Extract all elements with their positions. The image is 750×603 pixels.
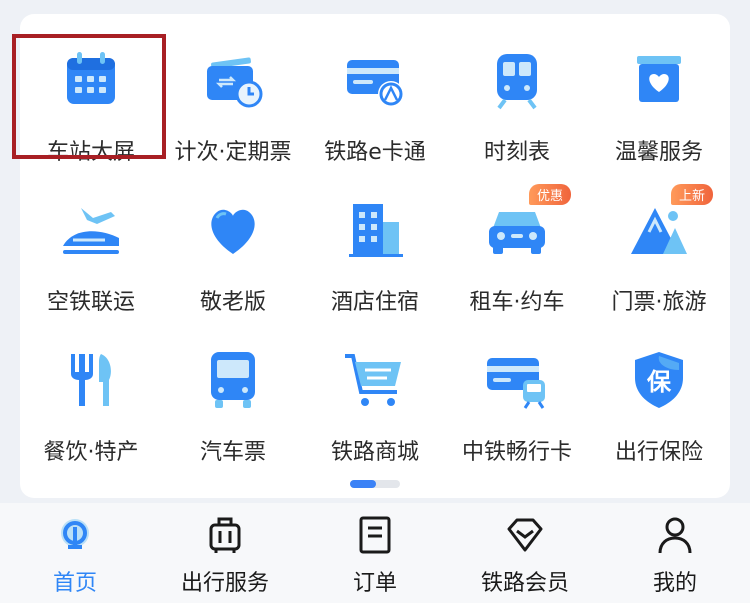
bus-icon xyxy=(201,348,265,412)
service-label: 酒店住宿 xyxy=(330,290,419,315)
service-label: 门票·旅游 xyxy=(611,290,707,315)
page-indicator-active xyxy=(350,480,376,488)
tab-label: 订单 xyxy=(352,571,397,596)
tab-home[interactable]: 首页 xyxy=(0,503,150,603)
service-timetable[interactable]: 时刻表 xyxy=(446,34,588,184)
service-railway-ecard[interactable]: 铁路e卡通 xyxy=(304,34,446,184)
service-label: 铁路e卡通 xyxy=(324,140,426,165)
person-icon xyxy=(655,515,695,555)
car-icon: 优惠 xyxy=(485,184,571,262)
plane-train-icon xyxy=(59,198,123,262)
service-label: 出行保险 xyxy=(614,440,703,465)
service-label: 中铁畅行卡 xyxy=(461,440,572,465)
mountain-icon: 上新 xyxy=(627,184,713,262)
service-label: 铁路商城 xyxy=(330,440,419,465)
railway-card-icon xyxy=(343,48,407,112)
tab-mine[interactable]: 我的 xyxy=(600,503,750,603)
service-label: 时刻表 xyxy=(483,140,550,165)
cart-icon xyxy=(343,348,407,412)
tab-travel-services[interactable]: 出行服务 xyxy=(150,503,300,603)
services-card: 车站大屏 计次·定期票 铁路e卡通 时刻表 温馨服务 空铁联运 敬老版 酒店住宿… xyxy=(12,14,730,498)
service-travel-card[interactable]: 中铁畅行卡 xyxy=(446,334,588,484)
tab-orders[interactable]: 订单 xyxy=(300,503,450,603)
service-grid: 车站大屏 计次·定期票 铁路e卡通 时刻表 温馨服务 空铁联运 敬老版 酒店住宿… xyxy=(12,34,730,484)
new-badge: 上新 xyxy=(670,184,713,205)
document-icon xyxy=(355,515,395,555)
promo-badge: 优惠 xyxy=(528,184,571,205)
train-icon xyxy=(485,48,549,112)
service-warm-care[interactable]: 温馨服务 xyxy=(588,34,730,184)
service-air-rail[interactable]: 空铁联运 xyxy=(20,184,162,334)
page-indicator xyxy=(350,480,400,488)
heart-icon xyxy=(201,198,265,262)
service-dining[interactable]: 餐饮·特产 xyxy=(20,334,162,484)
tab-label: 出行服务 xyxy=(180,571,269,596)
service-label: 汽车票 xyxy=(199,440,266,465)
service-tickets-travel[interactable]: 上新 门票·旅游 xyxy=(588,184,730,334)
service-label: 租车·约车 xyxy=(469,290,565,315)
service-elderly-mode[interactable]: 敬老版 xyxy=(162,184,304,334)
diamond-icon xyxy=(505,515,545,555)
service-label: 空铁联运 xyxy=(46,290,135,315)
tab-railway-member[interactable]: 铁路会员 xyxy=(450,503,600,603)
service-car-rental[interactable]: 优惠 租车·约车 xyxy=(446,184,588,334)
service-label: 计次·定期票 xyxy=(174,140,292,165)
tab-label: 我的 xyxy=(652,571,697,596)
service-hotel[interactable]: 酒店住宿 xyxy=(304,184,446,334)
luggage-icon xyxy=(205,515,245,555)
service-periodic-ticket[interactable]: 计次·定期票 xyxy=(162,34,304,184)
ticket-clock-icon xyxy=(201,48,265,112)
card-train-icon xyxy=(485,348,549,412)
service-bus-ticket[interactable]: 汽车票 xyxy=(162,334,304,484)
railway-logo-icon xyxy=(55,515,95,555)
fork-knife-icon xyxy=(59,348,123,412)
hotel-icon xyxy=(343,198,407,262)
tab-label: 铁路会员 xyxy=(480,571,569,596)
bottom-tab-bar: 首页 出行服务 订单 铁路会员 我的 xyxy=(0,503,750,603)
service-label: 车站大屏 xyxy=(46,140,135,165)
svg-text:保: 保 xyxy=(646,368,672,396)
service-station-screen[interactable]: 车站大屏 xyxy=(12,34,166,184)
service-railway-mall[interactable]: 铁路商城 xyxy=(304,334,446,484)
service-label: 敬老版 xyxy=(199,290,266,315)
service-label: 餐饮·特产 xyxy=(43,440,139,465)
service-label: 温馨服务 xyxy=(614,140,703,165)
heart-box-icon xyxy=(627,48,691,112)
service-travel-insurance[interactable]: 保 出行保险 xyxy=(588,334,730,484)
insurance-shield-icon: 保 xyxy=(627,348,691,412)
tab-label: 首页 xyxy=(52,571,97,596)
calendar-icon xyxy=(59,48,123,112)
